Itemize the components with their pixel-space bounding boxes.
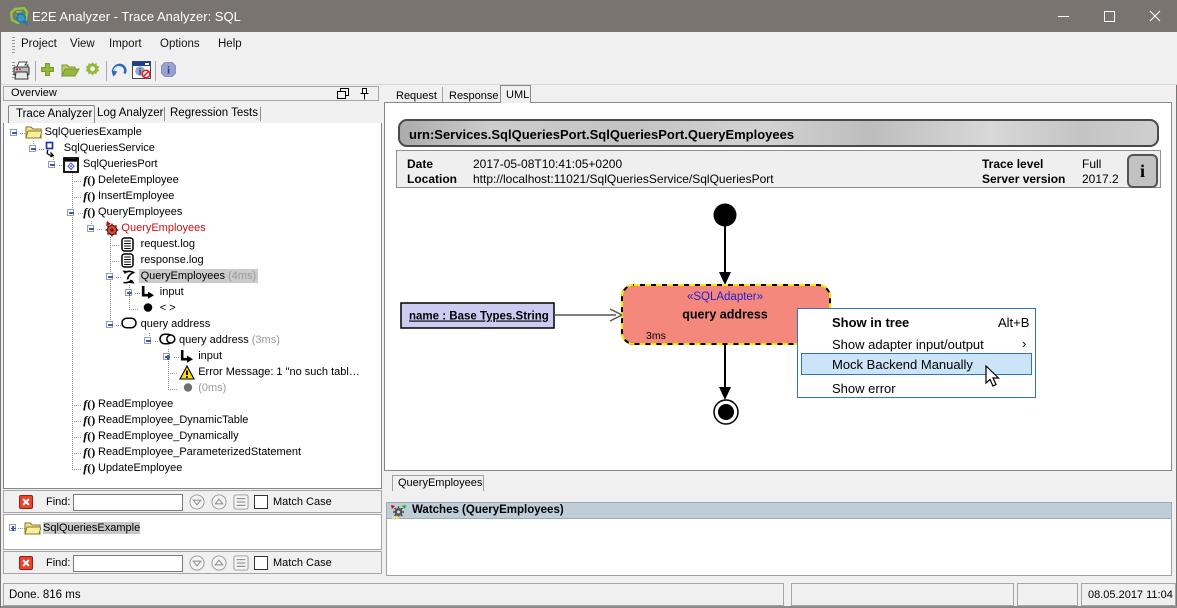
- svg-text:i: i: [167, 65, 170, 77]
- svg-text:name : Base Types.String: name : Base Types.String: [409, 311, 549, 323]
- svg-text:3ms: 3ms: [646, 330, 666, 342]
- svg-text:query address: query address: [682, 308, 768, 322]
- svg-text:«SQLAdapter»: «SQLAdapter»: [687, 291, 763, 303]
